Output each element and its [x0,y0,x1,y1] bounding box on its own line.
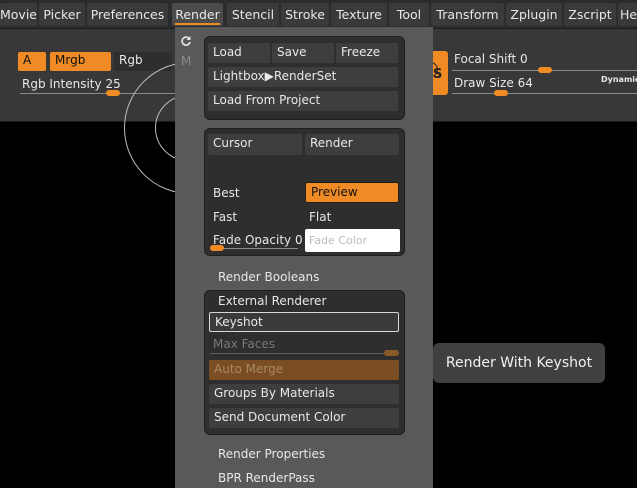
menu-picker[interactable]: Picker [39,3,85,26]
focal-shift-value: 0 [520,52,528,66]
render-button[interactable]: Render [305,134,399,155]
stroke-indicator[interactable]: S [423,51,448,95]
rgb-intensity-value: 25 [105,77,121,91]
fade-color-swatch[interactable]: Fade Color [305,229,400,252]
external-renderer-header[interactable]: External Renderer [218,293,326,309]
max-faces-slider-knob [384,350,399,356]
menu-movie[interactable]: Movie [0,3,37,26]
flat-option[interactable]: Flat [309,209,331,225]
load-button[interactable]: Load [208,43,270,63]
menu-tool[interactable]: Tool [389,3,429,26]
tooltip: Render With Keyshot [433,343,605,383]
preview-option[interactable]: Preview [305,182,399,203]
render-menu-panel: M Load Save Freeze Lightbox▶RenderSet Lo… [175,27,433,488]
max-faces-slider-track [210,353,397,354]
cursor-button[interactable]: Cursor [208,134,302,155]
keyshot-button[interactable]: Keyshot [209,312,399,332]
s-label: S [433,67,443,82]
rgb-intensity-slider-knob[interactable] [106,90,120,96]
menu-stroke[interactable]: Stroke [281,3,329,26]
draw-size-slider-track[interactable] [452,93,637,94]
auto-merge-toggle: Auto Merge [209,360,399,380]
fade-opacity-label[interactable]: Fade Opacity 0 [213,232,303,248]
groups-by-materials-button[interactable]: Groups By Materials [209,384,399,404]
best-option[interactable]: Best [213,185,240,201]
max-faces-label: Max Faces [213,337,276,351]
bpr-renderpass-header[interactable]: BPR RenderPass [218,470,315,486]
menu-stencil[interactable]: Stencil [227,3,279,26]
fade-opacity-value: 0 [294,233,303,247]
menu-render[interactable]: Render [172,3,223,26]
menu-transform[interactable]: Transform [431,3,504,26]
render-properties-header[interactable]: Render Properties [218,446,325,462]
focal-shift-label[interactable]: Focal Shift 0 [454,51,528,67]
lightbox-renderset-button[interactable]: Lightbox▶RenderSet [208,67,398,87]
rgb-intensity-label[interactable]: Rgb Intensity 25 [22,76,121,92]
menu-texture[interactable]: Texture [331,3,387,26]
draw-size-label[interactable]: Draw Size 64 [454,75,533,91]
save-button[interactable]: Save [272,43,334,63]
menu-zscript[interactable]: Zscript [564,3,616,26]
menu-preferences[interactable]: Preferences [87,3,168,26]
fade-opacity-slider-knob[interactable] [210,245,224,251]
dynamic-label[interactable]: Dynamic [601,75,637,84]
draw-size-value: 64 [517,76,533,90]
menu-zplugin[interactable]: Zplugin [506,3,562,26]
menu-help[interactable]: He [618,3,637,26]
send-document-color-button[interactable]: Send Document Color [209,408,399,428]
focal-shift-slider-knob[interactable] [538,67,552,73]
mrgb-button[interactable]: Mrgb [50,52,111,71]
a-button[interactable]: A [18,52,46,71]
refresh-icon[interactable] [180,35,194,49]
render-booleans-header[interactable]: Render Booleans [218,269,319,285]
draw-size-slider-knob[interactable] [494,90,508,96]
menu-bar: Movie Picker Preferences Render Stencil … [0,0,637,29]
freeze-button[interactable]: Freeze [336,43,398,63]
load-from-project-button[interactable]: Load From Project [208,91,398,111]
m-label: M [181,54,192,68]
fast-option[interactable]: Fast [213,209,237,225]
